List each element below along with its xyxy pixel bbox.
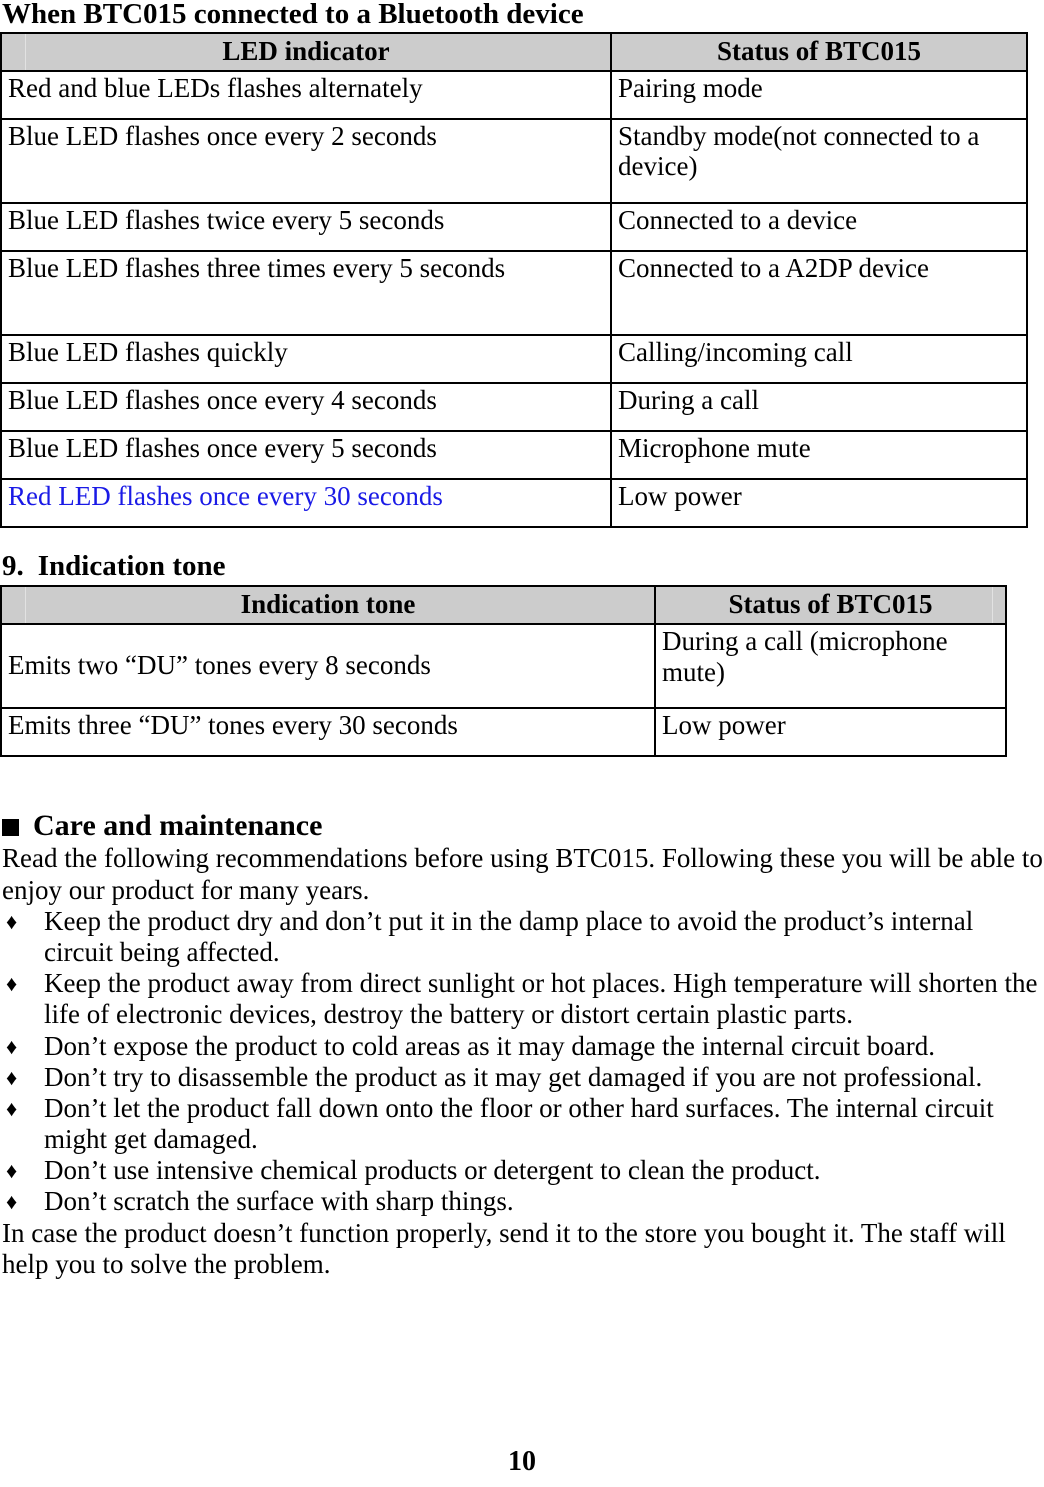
care-heading-label: Care and maintenance bbox=[33, 809, 323, 843]
cell-led-indicator: Blue LED flashes three times every 5 sec… bbox=[0, 250, 612, 337]
table-header-row: LED indicator Status of BTC015 bbox=[0, 31, 1028, 73]
cell-status: Microphone mute bbox=[610, 430, 1028, 481]
table-row: Blue LED flashes once every 5 seconds Mi… bbox=[0, 430, 1028, 481]
diamond-bullet-icon: ♦ bbox=[6, 1158, 18, 1184]
column-header-status: Status of BTC015 bbox=[610, 31, 1028, 73]
list-item: ♦ Keep the product away from direct sunl… bbox=[0, 968, 1044, 1030]
table-row: Emits two “DU” tones every 8 seconds Dur… bbox=[0, 623, 1007, 710]
care-intro-text: Read the following recommendations befor… bbox=[2, 843, 1043, 905]
cell-status: Standby mode(not connected to a device) bbox=[610, 118, 1028, 205]
page-number: 10 bbox=[508, 1446, 536, 1477]
list-item-text: Don’t scratch the surface with sharp thi… bbox=[44, 1186, 514, 1217]
cell-led-indicator: Blue LED flashes once every 4 seconds bbox=[0, 382, 612, 433]
table-row: Blue LED flashes quickly Calling/incomin… bbox=[0, 334, 1028, 385]
cell-status: During a call bbox=[610, 382, 1028, 433]
list-item: ♦ Keep the product dry and don’t put it … bbox=[0, 906, 1044, 968]
table-row: Blue LED flashes twice every 5 seconds C… bbox=[0, 202, 1028, 253]
diamond-bullet-icon: ♦ bbox=[6, 971, 18, 997]
list-item-text: Don’t let the product fall down onto the… bbox=[44, 1092, 994, 1155]
table-row: Blue LED flashes three times every 5 sec… bbox=[0, 250, 1028, 337]
diamond-bullet-icon: ♦ bbox=[6, 1189, 18, 1215]
list-item-text: Don’t try to disassemble the product as … bbox=[44, 1061, 983, 1092]
table-row: Red LED flashes once every 30 seconds Lo… bbox=[0, 478, 1028, 529]
table-row: Blue LED flashes once every 2 seconds St… bbox=[0, 118, 1028, 205]
cell-led-indicator: Blue LED flashes once every 2 seconds bbox=[0, 118, 612, 205]
column-header-status: Status of BTC015 bbox=[654, 585, 1007, 626]
diamond-bullet-icon: ♦ bbox=[6, 1095, 18, 1121]
square-bullet-icon bbox=[2, 818, 19, 836]
list-item: ♦ Don’t scratch the surface with sharp t… bbox=[0, 1186, 1044, 1217]
care-and-maintenance-heading: Care and maintenance bbox=[0, 811, 1044, 843]
section-label: Indication tone bbox=[37, 550, 226, 583]
care-outro-text: In case the product doesn’t function pro… bbox=[2, 1217, 1006, 1279]
diamond-bullet-icon: ♦ bbox=[6, 1033, 18, 1059]
table-row: Red and blue LEDs flashes alternately Pa… bbox=[0, 70, 1028, 121]
indication-tone-table: Indication tone Status of BTC015 Emits t… bbox=[0, 585, 1007, 758]
list-item-text: Keep the product dry and don’t put it in… bbox=[44, 905, 974, 967]
list-item: ♦ Don’t use intensive chemical products … bbox=[0, 1155, 1044, 1186]
table-row: Blue LED flashes once every 4 seconds Du… bbox=[0, 382, 1028, 433]
list-item: ♦ Don’t try to disassemble the product a… bbox=[0, 1062, 1044, 1093]
cell-indication-tone: Emits three “DU” tones every 30 seconds bbox=[0, 707, 656, 758]
column-header-indication-tone: Indication tone bbox=[0, 585, 656, 626]
list-item-text: Don’t expose the product to cold areas a… bbox=[44, 1030, 935, 1061]
cell-status: Connected to a A2DP device bbox=[610, 250, 1028, 337]
diamond-bullet-icon: ♦ bbox=[6, 1064, 18, 1090]
document-page: When BTC015 connected to a Bluetooth dev… bbox=[0, 0, 1044, 1487]
cell-status: Low power bbox=[654, 707, 1007, 758]
cell-status: During a call (microphone mute) bbox=[654, 623, 1007, 710]
list-item: ♦ Don’t expose the product to cold areas… bbox=[0, 1031, 1044, 1062]
care-bullet-list: ♦ Keep the product dry and don’t put it … bbox=[0, 906, 1044, 1218]
list-item: ♦ Don’t let the product fall down onto t… bbox=[0, 1093, 1044, 1155]
cell-status: Connected to a device bbox=[610, 202, 1028, 253]
list-item-text: Don’t use intensive chemical products or… bbox=[44, 1155, 821, 1186]
column-header-led-indicator: LED indicator bbox=[0, 31, 612, 73]
cell-indication-tone: Emits two “DU” tones every 8 seconds bbox=[0, 623, 656, 710]
cell-led-indicator-lowpower: Red LED flashes once every 30 seconds bbox=[0, 478, 612, 529]
cell-led-indicator: Red and blue LEDs flashes alternately bbox=[0, 70, 612, 121]
cell-led-indicator: Blue LED flashes quickly bbox=[0, 334, 612, 385]
indication-tone-heading: 9. Indication tone bbox=[0, 552, 1044, 585]
cell-status: Calling/incoming call bbox=[610, 334, 1028, 385]
table-header-row: Indication tone Status of BTC015 bbox=[0, 585, 1007, 626]
table-row: Emits three “DU” tones every 30 seconds … bbox=[0, 707, 1007, 758]
cell-led-indicator: Blue LED flashes twice every 5 seconds bbox=[0, 202, 612, 253]
list-item-text: Keep the product away from direct sunlig… bbox=[44, 968, 1038, 1030]
section-number: 9. bbox=[2, 550, 24, 583]
led-indicator-table: LED indicator Status of BTC015 Red and b… bbox=[0, 31, 1028, 529]
cell-status: Low power bbox=[610, 478, 1028, 529]
cell-status: Pairing mode bbox=[610, 70, 1028, 121]
led-section-title: When BTC015 connected to a Bluetooth dev… bbox=[2, 0, 584, 30]
diamond-bullet-icon: ♦ bbox=[6, 908, 18, 934]
cell-led-indicator: Blue LED flashes once every 5 seconds bbox=[0, 430, 612, 481]
